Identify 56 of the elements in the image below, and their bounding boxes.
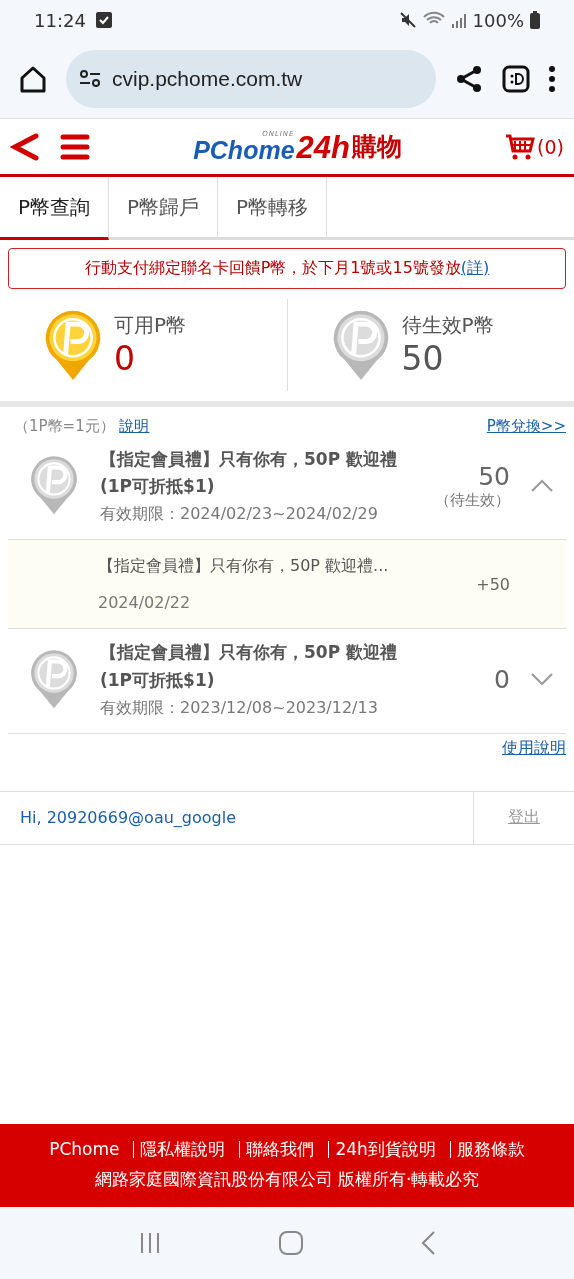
exchange-link[interactable]: P幣兌換>> — [486, 417, 566, 436]
tab-switcher-icon[interactable] — [502, 65, 530, 93]
battery-icon — [530, 11, 540, 29]
tab[interactable]: P幣查詢 — [0, 177, 109, 240]
balance-label: 可用P幣 — [114, 312, 187, 339]
notice-text: 行動支付綁定聯名卡回饋P幣，於下月1號或15號發放 — [84, 258, 461, 277]
tab[interactable]: P幣歸戶 — [109, 177, 218, 240]
balance-amount: 50 — [401, 339, 445, 378]
status-time: 11:24 — [34, 9, 86, 31]
footer-link[interactable]: 服務條款 — [449, 1140, 531, 1158]
url-field[interactable]: cvip.pchome.com.tw — [66, 50, 436, 108]
validity-text: 有效期限：2023/12/08~2023/12/13 — [100, 697, 379, 719]
menu-icon[interactable] — [60, 133, 90, 160]
balance-label: 待生效P幣 — [401, 312, 494, 339]
cart-count[interactable]: (0) — [537, 135, 564, 158]
signal-icon — [450, 12, 467, 28]
details-link[interactable]: (詳) — [460, 258, 490, 277]
history-date: 2024/02/22 — [98, 593, 192, 613]
home-icon[interactable] — [18, 64, 48, 94]
back-nav-icon[interactable] — [420, 1230, 436, 1256]
footer-link[interactable]: PChome — [43, 1140, 126, 1158]
footer-link[interactable]: 隱私權說明 — [133, 1140, 232, 1158]
mute-icon — [398, 11, 417, 29]
balance-amount: 0 — [114, 339, 136, 378]
recent-apps-icon[interactable] — [138, 1231, 162, 1255]
copyright-text: 網路家庭國際資訊股份有限公司 版權所有‧轉載必究 — [94, 1167, 480, 1191]
site-settings-icon — [78, 69, 102, 89]
logo-number[interactable]: 24h — [296, 132, 350, 163]
entry-title: 【指定會員禮】只有你有，50P 歡迎禮(1P可折抵$1) — [100, 641, 399, 692]
tab[interactable]: P幣轉移 — [218, 177, 327, 240]
home-button-icon[interactable] — [278, 1230, 304, 1256]
back-icon[interactable] — [10, 131, 40, 162]
user-greeting: Hi, 20920669@oau_google — [19, 807, 237, 830]
chevron-down-icon[interactable] — [530, 672, 554, 687]
points-status: （待生效） — [435, 490, 510, 510]
share-icon[interactable] — [454, 64, 484, 94]
footer-link[interactable]: 聯絡我們 — [239, 1140, 321, 1158]
coin-icon — [28, 454, 80, 517]
points-amount: 50 — [478, 461, 510, 491]
help-link[interactable]: 說明 — [119, 417, 150, 435]
checkbox-notification-icon — [95, 12, 112, 28]
battery-percent: 100% — [472, 9, 524, 31]
history-title: 【指定會員禮】只有你有，50P 歡迎禮... — [98, 556, 390, 578]
chevron-up-icon[interactable] — [530, 478, 554, 493]
entry-title: 【指定會員禮】只有你有，50P 歡迎禮(1P可折抵$1) — [100, 448, 399, 499]
cart-icon[interactable] — [505, 132, 536, 161]
history-change: +50 — [475, 574, 511, 594]
rate-text: （1P幣=1元） — [14, 417, 115, 435]
usage-link[interactable]: 使用說明 — [502, 737, 566, 759]
validity-text: 有效期限：2024/02/23~2024/02/29 — [100, 504, 379, 526]
logo-suffix[interactable]: 購物 — [351, 130, 402, 163]
points-amount: 0 — [494, 664, 510, 694]
footer-link[interactable]: 24h到貨說明 — [328, 1140, 442, 1158]
logo-brand[interactable]: PChome — [193, 138, 295, 163]
coin-icon — [28, 647, 80, 711]
more-menu-icon[interactable] — [548, 66, 556, 92]
